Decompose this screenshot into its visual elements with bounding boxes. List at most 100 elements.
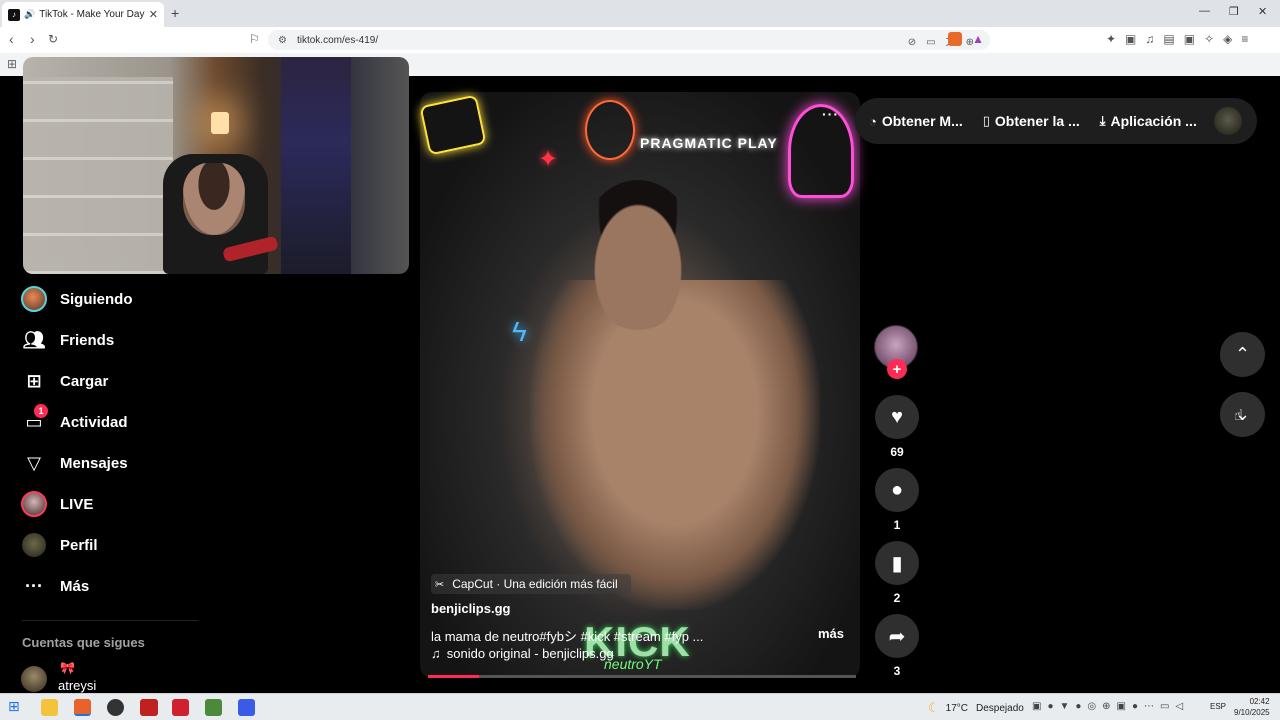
download-app-label: Aplicación ... (1110, 113, 1197, 129)
upload-icon: ⊞ (26, 370, 42, 391)
app-icon-blue[interactable] (238, 699, 255, 716)
extension-icons[interactable]: ✦▣♫▤▣✧◈≡ (1106, 32, 1257, 46)
brave-browser-icon[interactable] (74, 699, 91, 716)
capcut-effect-tag[interactable]: ✂ CapCut · Una edición más fácil (431, 574, 631, 594)
restore-icon[interactable]: ❐ (1229, 5, 1239, 18)
brave-rewards-icon[interactable]: ▲ (972, 32, 984, 46)
weather-condition: Despejado (976, 702, 1024, 714)
sound-label: sonido original - benjiclips.gg (446, 646, 614, 661)
neon-star: ✦ (538, 146, 559, 173)
progress-fill (428, 675, 480, 678)
sidebar-item-label: Perfil (60, 536, 98, 554)
activity-icon: ▭ 1 (18, 404, 50, 436)
account-name: atreysi (58, 678, 97, 693)
app-icon-red[interactable] (172, 699, 189, 716)
save-count: 2 (893, 591, 901, 605)
brave-shield-icon[interactable] (948, 32, 962, 46)
live-avatar-icon (21, 491, 47, 517)
account-avatar (21, 665, 47, 692)
bookmark-icon[interactable]: ⚐ (249, 32, 260, 46)
minecraft-icon[interactable] (205, 699, 222, 716)
music-note-icon: ♫ (431, 646, 441, 661)
weather-widget[interactable]: ☾ 17°C Despejado (928, 700, 1024, 716)
video-more-options-icon[interactable]: ··· (822, 106, 839, 122)
system-tray-icons[interactable]: ▣●▼●◎⊕▣●⋯▭◁ (1032, 701, 1189, 712)
video-author[interactable]: benjiclips.gg (431, 601, 510, 616)
sidebar-item-live[interactable]: LIVE (18, 488, 93, 520)
video-subject (530, 280, 820, 610)
comment-count: 1 (893, 518, 901, 532)
browser-tab[interactable]: ♪ 🔊 TikTok - Make Your Day ✕ (2, 2, 164, 27)
coin-icon: ◔ (869, 113, 877, 129)
video-progress-bar[interactable] (428, 675, 856, 678)
tab-bar: ♪ 🔊 TikTok - Make Your Day ✕ + — ❐ ✕ (0, 0, 1280, 27)
clock[interactable]: 02:42 9/10/2025 (1234, 696, 1270, 718)
get-coins-label: Obtener M... (881, 113, 963, 129)
door (281, 57, 351, 274)
close-window-icon[interactable]: ✕ (1258, 5, 1267, 18)
pragmatic-play-logo (585, 100, 635, 160)
tiktok-favicon-icon: ♪ (8, 8, 20, 21)
comment-icon: ● (890, 478, 904, 501)
bookmark-icon: ▮ (891, 552, 903, 575)
close-tab-icon[interactable]: ✕ (149, 8, 158, 21)
speaker-icon[interactable]: 🔊 (24, 9, 35, 20)
back-icon[interactable]: ‹ (9, 31, 14, 47)
get-coins-button[interactable]: ◔ Obtener M... (869, 113, 963, 129)
capcut-label: CapCut · Una edición más fácil (452, 577, 618, 591)
sidebar-item-label: Cargar (60, 372, 109, 390)
following-account-item[interactable]: 🎀 atreysi (21, 661, 97, 693)
top-action-bar: ◔ Obtener M... ▯ Obtener la ... ⤓ Aplicació… (855, 98, 1257, 144)
sidebar-item-label: Más (60, 577, 90, 595)
chevron-up-icon: ⌃ (1234, 344, 1251, 364)
comment-button[interactable]: ● (875, 468, 919, 512)
reload-icon[interactable]: ↻ (48, 32, 58, 46)
windows-start-icon[interactable]: ⊞ (8, 698, 25, 715)
sidebar-item-friends[interactable]: 👥︎ Friends (18, 324, 115, 356)
following-accounts-title: Cuentas que sigues (22, 635, 145, 650)
sidebar-item-siguiendo[interactable]: Siguiendo (18, 283, 133, 315)
obs-icon[interactable] (107, 699, 124, 716)
sidebar-item-label: Friends (60, 331, 115, 349)
profile-avatar-icon (22, 533, 46, 557)
browser-toolbar: ‹ › ↻ ⚙ tiktok.com/es-419/ ⊘▭文⊕ ▲ (0, 27, 1280, 53)
phone-icon: ▯ (982, 113, 990, 128)
video-info: ✂ CapCut · Una edición más fácil benjicl… (431, 574, 844, 661)
sidebar-item-label: Siguiendo (60, 290, 133, 308)
file-explorer-icon[interactable] (41, 699, 58, 716)
neon-lightning: ϟ (512, 316, 527, 347)
share-arrow-icon: ➦ (888, 625, 906, 648)
new-tab-icon[interactable]: + (171, 5, 179, 21)
address-bar[interactable]: ⚙ tiktok.com/es-419/ ⊘▭文⊕ ▲ (268, 30, 990, 50)
more-dots-icon: ··· (25, 575, 43, 596)
sidebar-item-cargar[interactable]: ⊞ Cargar (18, 365, 108, 397)
sidebar-item-label: Actividad (60, 413, 128, 431)
save-button[interactable]: ▮ (875, 541, 919, 585)
capcut-icon: ✂ (435, 578, 445, 591)
minimize-icon[interactable]: — (1199, 5, 1210, 17)
sidebar-item-label: Mensajes (60, 454, 128, 472)
like-button[interactable]: ♥ (875, 395, 919, 439)
activity-badge: 1 (34, 404, 48, 418)
sidebar-item-perfil[interactable]: Perfil (18, 529, 98, 561)
user-avatar[interactable] (1214, 107, 1242, 135)
streamer (183, 163, 245, 235)
video-sound[interactable]: ♫ sonido original - benjiclips.gg (431, 646, 614, 661)
get-app-button[interactable]: ▯ Obtener la ... (983, 113, 1080, 129)
sidebar-item-actividad[interactable]: ▭ 1 Actividad (18, 404, 128, 438)
url-text: tiktok.com/es-419/ (296, 34, 379, 46)
follow-plus-button[interactable]: + (887, 359, 907, 379)
more-text-link[interactable]: más (818, 626, 844, 641)
previous-video-button[interactable]: ⌃ (1220, 332, 1265, 377)
bow-decoration: 🎀 (60, 661, 75, 675)
apps-grid-icon[interactable]: ⊞ (7, 57, 17, 71)
language-indicator[interactable]: ESP (1210, 702, 1226, 711)
sidebar-item-mensajes[interactable]: ▽ Mensajes (18, 447, 128, 479)
forward-icon[interactable]: › (30, 31, 35, 47)
site-settings-icon[interactable]: ⚙ (278, 35, 287, 46)
download-app-button[interactable]: ⤓ Aplicación ... (1100, 113, 1197, 129)
bookshelf (23, 77, 173, 274)
sidebar-item-mas[interactable]: ··· Más (18, 570, 89, 602)
share-button[interactable]: ➦ (875, 614, 919, 658)
stream-app-icon[interactable] (140, 699, 158, 716)
